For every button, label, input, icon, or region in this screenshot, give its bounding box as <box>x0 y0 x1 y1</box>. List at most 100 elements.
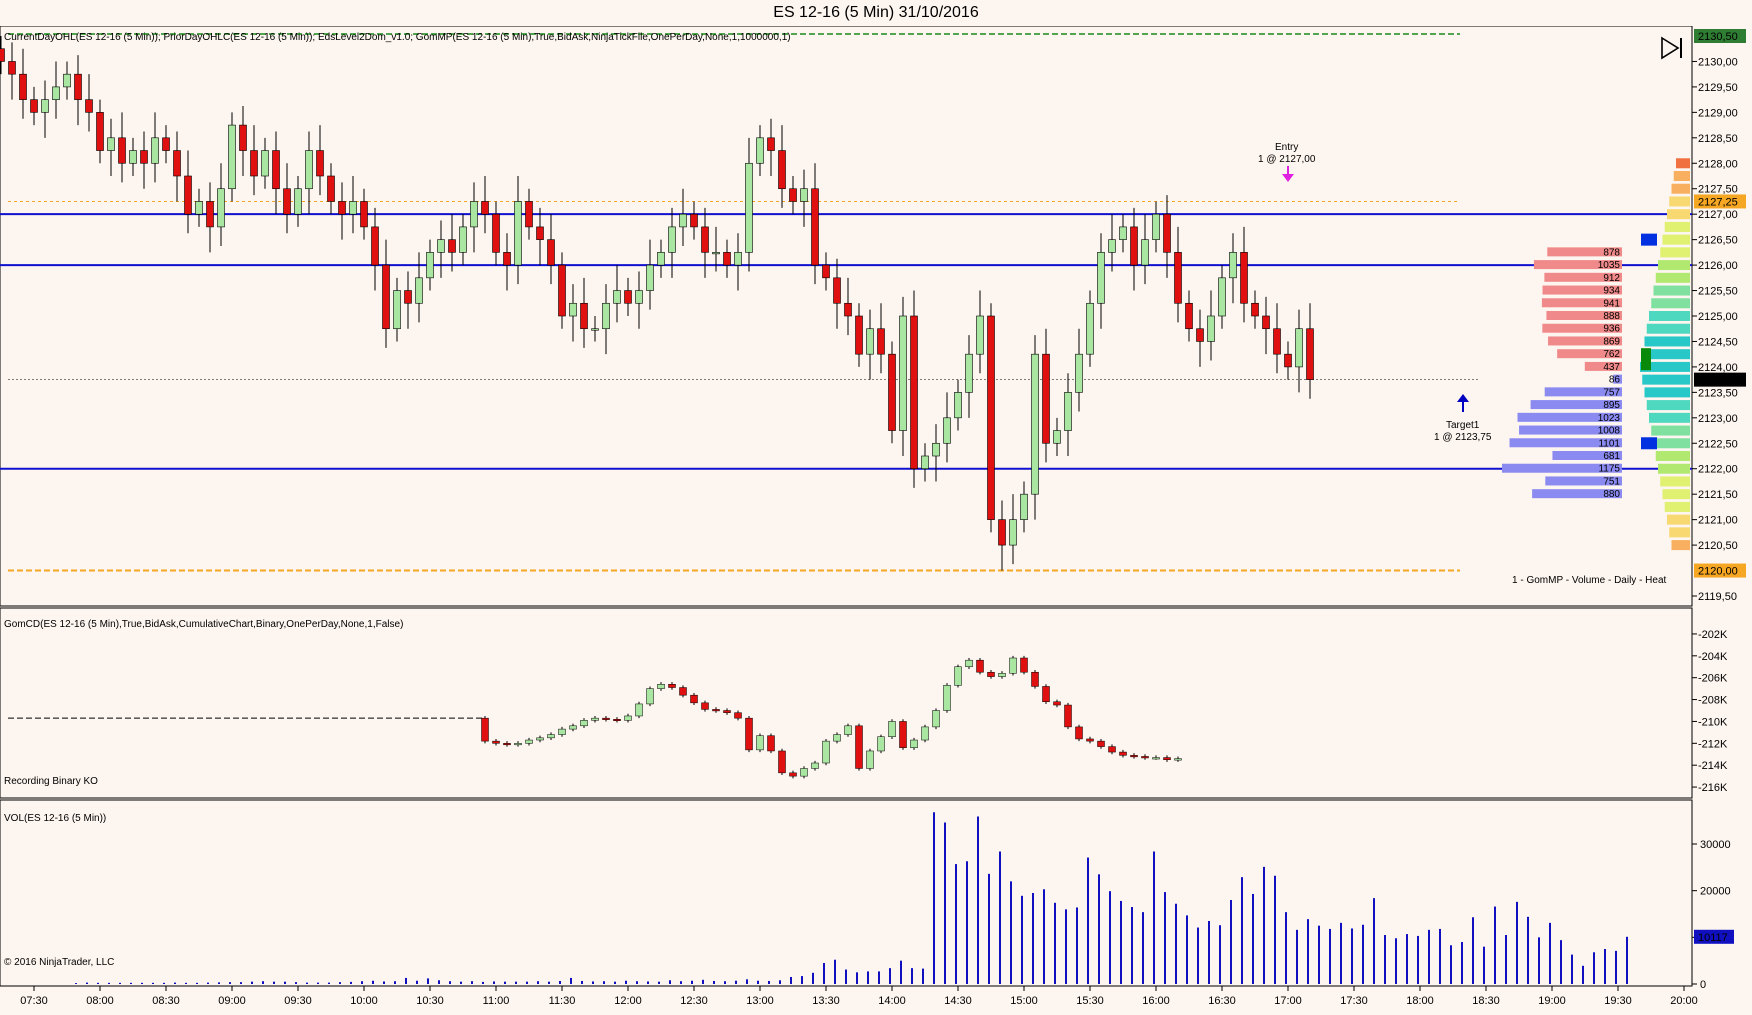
price-candle <box>1185 302 1193 330</box>
profile-heat-bar <box>1653 285 1690 296</box>
price-candle <box>514 201 522 266</box>
dom-bid-value: 1175 <box>1598 464 1620 475</box>
price-candle <box>844 302 852 317</box>
vol-y-tick-label: 0 <box>1700 979 1706 991</box>
cd-candle <box>1163 757 1171 760</box>
cd-panel-frame <box>0 607 1693 799</box>
price-candle <box>624 290 632 304</box>
cd-candle <box>866 750 874 769</box>
entry-label: Entry <box>1275 142 1298 153</box>
entry-detail: 1 @ 2127,00 <box>1258 154 1316 165</box>
price-candle <box>1240 252 1248 304</box>
price-candle <box>855 315 863 355</box>
chart-area[interactable]: 878 1035 912 934941 888 936869 762 437 86757 895 1… <box>0 26 1752 1015</box>
price-candle <box>162 137 170 151</box>
profile-heat-bar <box>1669 196 1690 207</box>
cd-indicator-label: GomCD(ES 12-16 (5 Min),True,BidAsk,Cumul… <box>4 619 403 630</box>
price-candle <box>525 201 533 228</box>
price-candle <box>316 150 324 177</box>
x-tick-label: 09:30 <box>284 995 312 1007</box>
entry-arrow-icon <box>1282 166 1294 182</box>
dom-bid-value: 681 <box>1603 451 1620 462</box>
profile-heat-bar <box>1651 298 1690 309</box>
price-candle <box>910 315 918 470</box>
cd-candle <box>569 725 577 730</box>
profile-heat-bar <box>1642 374 1690 385</box>
price-candle <box>1295 328 1303 368</box>
price-candle <box>811 188 819 266</box>
dom-bid-value: 1101 <box>1598 438 1620 449</box>
x-tick-label: 15:00 <box>1010 995 1038 1007</box>
poc-marker <box>1641 348 1651 371</box>
price-candle <box>96 112 104 151</box>
price-flag-label: 2130,50 <box>1698 31 1738 43</box>
cd-candle <box>1042 686 1050 702</box>
price-candle <box>151 137 159 164</box>
x-tick-label: 19:00 <box>1538 995 1566 1007</box>
profile-heat-bar <box>1662 489 1690 500</box>
profile-heat-bar <box>1649 311 1690 321</box>
target-arrow-icon <box>1457 394 1469 412</box>
skip-forward-icon[interactable] <box>1660 36 1684 60</box>
price-candle <box>646 264 654 291</box>
x-tick-label: 15:30 <box>1076 995 1104 1007</box>
cd-candle <box>888 721 896 737</box>
dom-bid-value: 880 <box>1603 489 1620 500</box>
price-candle <box>272 150 280 190</box>
cd-y-tick-label: -214K <box>1698 760 1728 772</box>
profile-heat-bar <box>1644 336 1690 347</box>
cd-candle <box>1108 746 1116 753</box>
x-tick-label: 13:30 <box>812 995 840 1007</box>
price-candle <box>283 188 291 215</box>
price-candle <box>1108 239 1116 253</box>
dom-ask-value: 941 <box>1603 298 1620 309</box>
x-tick-label: 12:30 <box>680 995 708 1007</box>
x-tick-label: 08:30 <box>152 995 180 1007</box>
price-y-tick-label: 2126,00 <box>1698 260 1738 272</box>
cd-candle <box>1174 758 1182 761</box>
price-candle <box>1174 252 1182 304</box>
cd-candle <box>492 740 500 744</box>
price-candle <box>888 353 896 431</box>
price-candle <box>217 188 225 228</box>
cd-candle <box>646 688 654 705</box>
price-candle <box>591 328 599 331</box>
price-candle <box>305 150 313 190</box>
price-candle <box>74 73 82 100</box>
price-candle <box>547 239 555 266</box>
x-tick-label: 18:00 <box>1406 995 1434 1007</box>
price-candle <box>250 150 258 177</box>
price-candle <box>976 315 984 355</box>
price-candle <box>877 328 885 355</box>
cd-candle <box>767 735 775 752</box>
price-candle <box>635 290 643 304</box>
value-area-high-marker <box>1641 233 1657 246</box>
cd-candle <box>844 725 852 735</box>
price-candle <box>536 226 544 240</box>
x-tick-label: 20:00 <box>1670 995 1698 1007</box>
price-y-tick-label: 2121,00 <box>1698 515 1738 527</box>
price-y-tick-label: 2122,00 <box>1698 464 1738 476</box>
profile-heat-bar <box>1649 412 1690 423</box>
profile-heat-bar <box>1673 171 1690 181</box>
price-candle <box>52 86 60 100</box>
price-candle <box>107 137 115 151</box>
dom-ask-value: 437 <box>1603 362 1620 373</box>
price-candle <box>8 61 16 75</box>
price-candle <box>1086 302 1094 355</box>
price-candle <box>184 175 192 215</box>
x-tick-label: 10:30 <box>416 995 444 1007</box>
target-label: Target1 <box>1446 420 1480 431</box>
price-candle <box>437 239 445 253</box>
cd-candle <box>723 710 731 713</box>
price-candle <box>393 290 401 330</box>
cd-candle <box>1009 657 1017 674</box>
price-candle <box>1053 430 1061 444</box>
price-candle <box>1207 315 1215 342</box>
profile-heat-bar <box>1646 400 1690 411</box>
price-candle <box>899 315 907 431</box>
price-candle <box>118 137 126 164</box>
x-tick-label: 11:00 <box>483 995 510 1007</box>
x-tick-label: 18:30 <box>1472 995 1500 1007</box>
price-flag-label: 2123,75 <box>1698 375 1738 387</box>
